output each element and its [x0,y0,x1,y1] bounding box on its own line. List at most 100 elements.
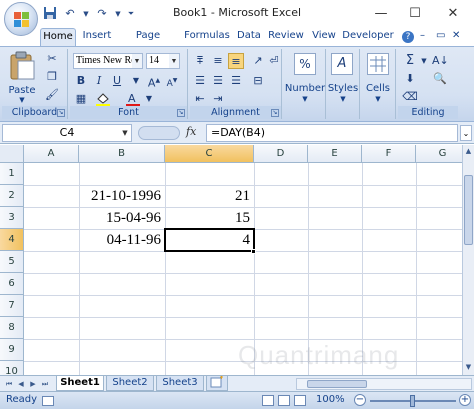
cells-dropdown-icon[interactable]: ▼ [360,95,396,103]
row-header-6[interactable]: 6 [0,273,24,295]
font-color-icon[interactable]: A [125,91,141,107]
workbook-close-icon[interactable]: ✕ [452,30,460,41]
row-header-1[interactable]: 1 [0,163,24,185]
bold-button[interactable]: B [73,73,89,89]
paste-dropdown-icon[interactable]: ▼ [6,96,38,104]
grow-font-icon[interactable]: A▲ [146,73,162,90]
scroll-down-icon[interactable]: ▼ [463,361,474,373]
align-left-icon[interactable]: ☰ [192,73,208,89]
horizontal-scrollbar[interactable] [296,378,472,390]
row-header-5[interactable]: 5 [0,251,24,273]
page-layout-view-icon[interactable] [278,395,290,406]
wrap-text-icon[interactable]: ⏎ [266,53,282,69]
tab-developer[interactable]: Developer [342,28,394,46]
shrink-font-icon[interactable]: A▼ [164,73,180,89]
macro-record-icon[interactable] [42,396,54,406]
help-icon[interactable]: ? [402,31,414,43]
cell-b4[interactable]: 04-11-96 [79,229,165,251]
tab-review[interactable]: Review [268,28,304,46]
ribbon-minimize-icon[interactable]: – [420,30,425,41]
styles-icon[interactable]: A [331,53,353,75]
align-right-icon[interactable]: ☰ [228,73,244,89]
cell-c3[interactable]: 15 [165,207,254,229]
column-header-c[interactable]: C [165,145,254,163]
maximize-button[interactable]: ☐ [398,0,432,28]
italic-button[interactable]: I [91,73,107,89]
insert-function-button[interactable]: fx [186,125,196,138]
row-header-7[interactable]: 7 [0,295,24,317]
paste-button[interactable]: Paste ▼ [6,51,38,104]
row-header-9[interactable]: 9 [0,339,24,361]
office-button[interactable] [4,2,38,36]
number-dropdown-icon[interactable]: ▼ [284,95,326,103]
row-header-4[interactable]: 4 [0,229,24,251]
column-header-f[interactable]: F [362,145,416,163]
tab-page-layout[interactable]: Page Layout [118,28,178,57]
alignment-launcher-icon[interactable]: ↘ [271,109,279,117]
autosum-dropdown-icon[interactable]: ▼ [416,53,432,69]
tab-insert[interactable]: Insert [80,28,114,46]
underline-button[interactable]: U [109,73,125,89]
scroll-up-icon[interactable]: ▲ [463,145,474,157]
tab-home[interactable]: Home [40,28,76,46]
merge-center-icon[interactable]: ⊟ [250,73,266,89]
align-center-icon[interactable]: ☰ [210,73,226,89]
underline-dropdown-icon[interactable]: ▼ [128,73,144,89]
minimize-button[interactable]: — [364,0,398,28]
formula-input[interactable]: =DAY(B4) [206,124,458,142]
row-header-10[interactable]: 10 [0,361,24,375]
font-launcher-icon[interactable]: ↘ [177,109,185,117]
fill-color-icon[interactable] [95,91,111,107]
expand-formula-bar-icon[interactable]: ⌄ [460,125,472,141]
font-size-select[interactable]: 14 ▼ [146,53,180,69]
zoom-slider-thumb[interactable] [410,395,415,407]
orientation-icon[interactable]: ↗ [250,53,266,69]
sheet-tab-sheet2[interactable]: Sheet2 [106,376,154,391]
ribbon-restore-icon[interactable]: ▭ [436,30,445,41]
find-select-icon[interactable]: 🔍 [432,71,448,87]
page-break-preview-icon[interactable] [294,395,306,406]
copy-icon[interactable]: ❐ [44,69,60,85]
cut-icon[interactable]: ✂ [44,51,60,67]
align-middle-icon[interactable]: ≡ [210,53,226,69]
fill-icon[interactable]: ⬇ [402,71,418,87]
cell-b2[interactable]: 21-10-1996 [79,185,165,207]
row-header-2[interactable]: 2 [0,185,24,207]
row-header-8[interactable]: 8 [0,317,24,339]
last-sheet-icon[interactable]: ⏭ [40,378,50,390]
increase-indent-icon[interactable]: ⇥ [210,91,226,107]
borders-icon[interactable]: ▦ [73,91,89,107]
sheet-tab-sheet3[interactable]: Sheet3 [156,376,204,391]
cells-icon[interactable] [367,53,389,75]
font-name-select[interactable]: Times New Ro ▼ [73,53,143,69]
clipboard-launcher-icon[interactable]: ↘ [57,109,65,117]
normal-view-icon[interactable] [262,395,274,406]
tab-data[interactable]: Data [234,28,264,46]
name-box[interactable]: C4 ▼ [2,124,132,142]
tab-view[interactable]: View [310,28,338,46]
insert-sheet-icon[interactable] [206,376,228,391]
horizontal-scroll-thumb[interactable] [307,380,367,388]
row-header-3[interactable]: 3 [0,207,24,229]
sheet-tab-sheet1[interactable]: Sheet1 [56,376,104,391]
decrease-indent-icon[interactable]: ⇤ [192,91,208,107]
clear-icon[interactable]: ⌫ [402,89,418,105]
zoom-in-button[interactable]: + [459,394,471,406]
styles-dropdown-icon[interactable]: ▼ [326,95,360,103]
first-sheet-icon[interactable]: ⏮ [4,378,14,390]
font-color-dropdown-icon[interactable]: ▼ [141,91,157,107]
zoom-level[interactable]: 100% [316,394,345,405]
align-top-icon[interactable]: ⩱ [192,53,208,69]
tab-formulas[interactable]: Formulas [182,28,232,46]
column-header-b[interactable]: B [79,145,165,163]
format-painter-icon[interactable]: 🖌 [44,87,60,103]
vertical-scrollbar[interactable]: ▲ ▼ [462,145,474,375]
column-header-e[interactable]: E [308,145,362,163]
fill-handle[interactable] [251,249,256,254]
column-header-g[interactable]: G [416,145,462,163]
vertical-scroll-thumb[interactable] [464,175,473,245]
zoom-out-button[interactable]: − [354,394,366,406]
column-header-d[interactable]: D [254,145,308,163]
column-header-a[interactable]: A [24,145,79,163]
cell-c2[interactable]: 21 [165,185,254,207]
